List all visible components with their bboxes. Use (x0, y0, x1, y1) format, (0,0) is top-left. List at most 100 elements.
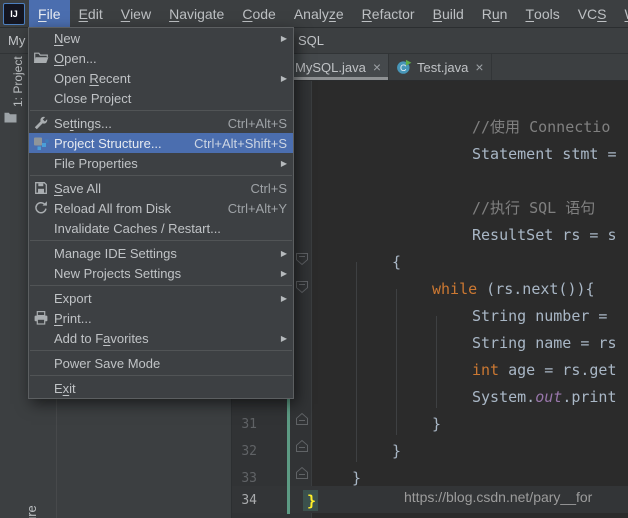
menubar-item-refactor[interactable]: Refactor (353, 0, 424, 27)
blank-icon (33, 290, 49, 306)
close-icon[interactable]: × (475, 60, 483, 74)
menu-item-label: Save All (54, 181, 101, 196)
code-line[interactable]: } (307, 492, 316, 510)
menubar-item-edit[interactable]: Edit (70, 0, 112, 27)
code-line[interactable]: //执行 SQL 语句 (472, 199, 595, 217)
folder-icon (4, 110, 17, 128)
menubar-item-navigate[interactable]: Navigate (160, 0, 233, 27)
structure-icon (33, 135, 49, 151)
menu-item-file-properties[interactable]: File Properties▶ (29, 153, 293, 173)
menu-item-open[interactable]: Open... (29, 48, 293, 68)
wrench-icon (33, 115, 49, 131)
blank-icon (33, 380, 49, 396)
menubar-item-analyze[interactable]: Analyze (285, 0, 353, 27)
blank-icon (33, 330, 49, 346)
blank-icon (33, 90, 49, 106)
breadcrumb-package[interactable]: SQL (298, 33, 324, 48)
code-line[interactable]: ResultSet rs = s (472, 226, 617, 244)
watermark-url: https://blog.csdn.net/pary__for (404, 489, 592, 505)
blank-icon (33, 70, 49, 86)
menu-item-close-project[interactable]: Close Project (29, 88, 293, 108)
menu-item-add-to-favorites[interactable]: Add to Favorites▶ (29, 328, 293, 348)
menubar-item-run[interactable]: Run (473, 0, 517, 27)
menubar-item-window[interactable]: Window (616, 0, 628, 27)
fold-marker-icon[interactable] (295, 280, 309, 294)
menu-item-invalidate-caches[interactable]: Invalidate Caches / Restart... (29, 218, 293, 238)
line-number[interactable]: 33 (231, 471, 257, 486)
submenu-arrow-icon: ▶ (275, 34, 287, 43)
menu-item-open-recent[interactable]: Open Recent ▶ (29, 68, 293, 88)
blank-icon (33, 265, 49, 281)
tab-label: Test.java (417, 60, 468, 75)
line-number[interactable]: 31 (231, 417, 257, 432)
menu-item-print[interactable]: Print... (29, 308, 293, 328)
menu-item-settings[interactable]: Settings...Ctrl+Alt+S (29, 113, 293, 133)
menu-item-label: Open Recent (54, 71, 131, 86)
submenu-arrow-icon: ▶ (275, 74, 287, 83)
indent-guide (396, 289, 397, 435)
indent-guide (436, 316, 437, 408)
menubar-item-file[interactable]: File (29, 0, 70, 27)
menu-separator (30, 375, 292, 376)
menu-item-label: Print... (54, 311, 92, 326)
code-line[interactable]: //使用 Connectio (472, 118, 610, 136)
project-panel-divider (56, 399, 57, 518)
menu-item-label: Exit (54, 381, 76, 396)
tab-test-java[interactable]: C Test.java × (389, 54, 492, 80)
tab-label: MySQL.java (295, 60, 366, 75)
code-line[interactable]: String number = (472, 307, 607, 325)
menubar-items: FileEditViewNavigateCodeAnalyzeRefactorB… (29, 0, 628, 27)
fold-marker-icon[interactable] (295, 439, 309, 453)
code-line[interactable]: String name = rs (472, 334, 617, 352)
line-number[interactable]: 34 (231, 493, 257, 508)
submenu-arrow-icon: ▶ (275, 334, 287, 343)
menu-separator (30, 110, 292, 111)
menu-item-new-projects-settings[interactable]: New Projects Settings▶ (29, 263, 293, 283)
menu-item-label: Settings... (54, 116, 112, 131)
fold-marker-icon[interactable] (295, 252, 309, 266)
menu-shortcut: Ctrl+Alt+Y (228, 201, 287, 216)
java-class-run-icon: C (396, 59, 412, 75)
menu-item-manage-ide-settings[interactable]: Manage IDE Settings▶ (29, 243, 293, 263)
menubar-item-tools[interactable]: Tools (516, 0, 568, 27)
tool-button-structure[interactable]: ure (24, 505, 39, 518)
menu-item-power-save-mode[interactable]: Power Save Mode (29, 353, 293, 373)
tab-mysql-java[interactable]: MySQL.java × (288, 54, 389, 80)
code-line[interactable]: Statement stmt = (472, 145, 617, 163)
file-menu-popup: New ▶ Open... Open Recent ▶ Close Project Sett… (28, 27, 294, 399)
menu-item-save-all[interactable]: Save AllCtrl+S (29, 178, 293, 198)
menubar-item-code[interactable]: Code (233, 0, 284, 27)
code-line[interactable]: System.out.print (472, 388, 617, 406)
fold-marker-icon[interactable] (295, 412, 309, 426)
fold-marker-icon[interactable] (295, 466, 309, 480)
blank-icon (33, 245, 49, 261)
code-line[interactable]: } (392, 442, 401, 460)
line-number[interactable]: 32 (231, 444, 257, 459)
code-line[interactable]: { (392, 253, 401, 271)
menu-item-label: Reload All from Disk (54, 201, 171, 216)
code-line[interactable]: } (432, 415, 441, 433)
code-line[interactable]: while (rs.next()){ (432, 280, 595, 298)
code-line[interactable]: int age = rs.get (472, 361, 617, 379)
code-line[interactable]: } (352, 469, 361, 487)
breadcrumb-project[interactable]: My (8, 33, 25, 48)
menu-item-export[interactable]: Export▶ (29, 288, 293, 308)
print-icon (33, 310, 49, 326)
menubar-item-build[interactable]: Build (424, 0, 473, 27)
menubar-item-vcs[interactable]: VCS (569, 0, 616, 27)
save-icon (33, 180, 49, 196)
menu-item-project-structure[interactable]: Project Structure...Ctrl+Alt+Shift+S (29, 133, 293, 153)
menu-item-label: Close Project (54, 91, 131, 106)
blank-icon (33, 30, 49, 46)
close-icon[interactable]: × (373, 60, 381, 74)
menu-item-label: Project Structure... (54, 136, 162, 151)
reload-icon (33, 200, 49, 216)
menubar-item-view[interactable]: View (112, 0, 160, 27)
menu-item-exit[interactable]: Exit (29, 378, 293, 398)
menu-item-label: New (54, 31, 80, 46)
menu-item-new[interactable]: New ▶ (29, 28, 293, 48)
tool-button-project[interactable]: 1: Project (11, 56, 25, 107)
submenu-arrow-icon: ▶ (275, 249, 287, 258)
menu-item-label: File Properties (54, 156, 138, 171)
menu-item-reload-all-from-disk[interactable]: Reload All from Disk Ctrl+Alt+Y (29, 198, 293, 218)
